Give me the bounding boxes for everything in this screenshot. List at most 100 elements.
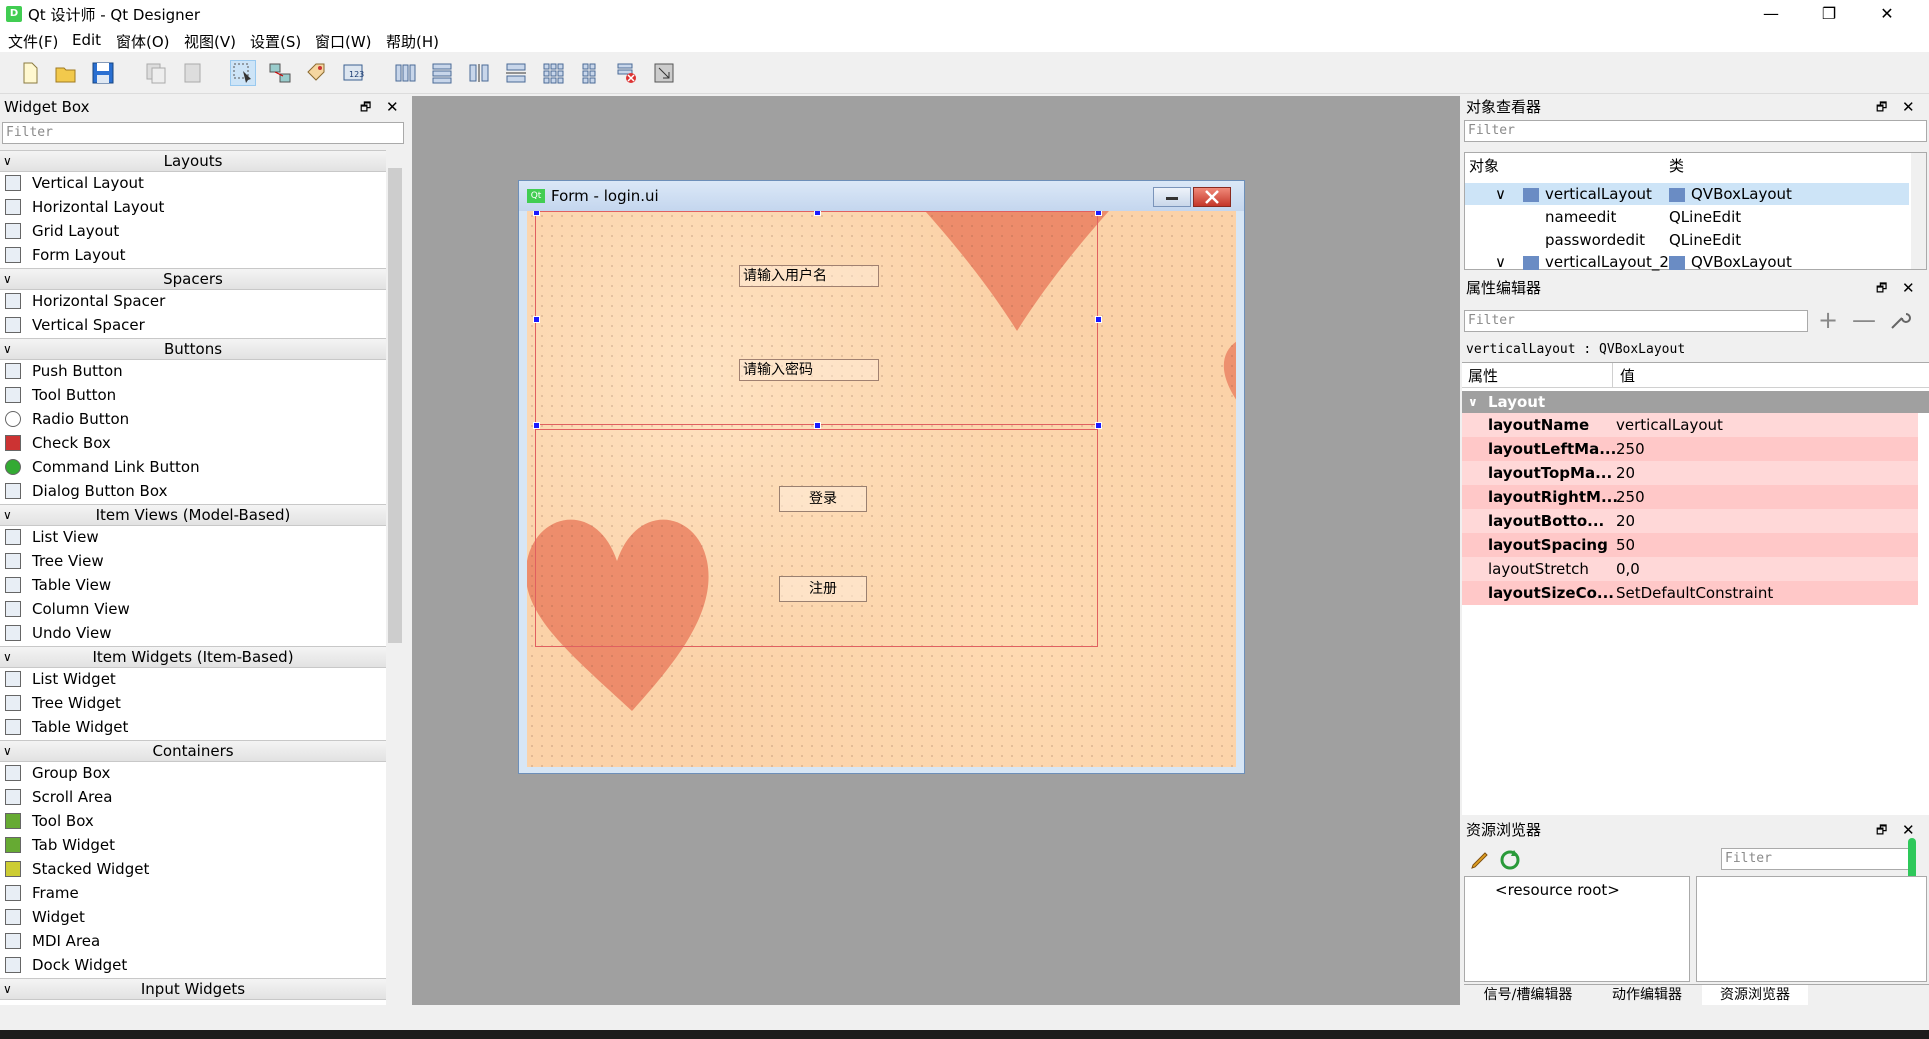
float-icon[interactable]: 🗗 [1876, 277, 1887, 299]
object-tree-scrollbar[interactable] [1911, 153, 1926, 269]
close-icon[interactable]: ✕ [1902, 277, 1915, 299]
edit-resources-pencil-icon[interactable] [1468, 848, 1492, 872]
property-value[interactable]: 50 [1616, 533, 1635, 557]
save-icon[interactable] [90, 60, 116, 86]
property-value[interactable]: SetDefaultConstraint [1616, 581, 1773, 605]
property-row[interactable]: layoutLeftMa... 250 [1462, 437, 1918, 461]
property-value[interactable]: 20 [1616, 509, 1635, 533]
menu-help[interactable]: 帮助(H) [386, 31, 439, 52]
form-titlebar[interactable]: Qt Form - login.ui [519, 181, 1244, 211]
property-filter-input[interactable]: Filter [1464, 310, 1808, 332]
column-header-property[interactable]: 属性 [1468, 365, 1498, 386]
add-property-icon[interactable]: + [1814, 306, 1842, 334]
menu-settings[interactable]: 设置(S) [250, 31, 301, 52]
form-window[interactable]: Qt Form - login.ui 请输入用户名 请输入密码 登录 注册 [518, 180, 1245, 774]
resize-handle[interactable] [1095, 211, 1102, 216]
category-item-widgets[interactable]: ∨ Item Widgets (Item-Based) [0, 646, 386, 668]
widget-box-filter-input[interactable]: Filter [2, 122, 404, 144]
category-layouts[interactable]: ∨ Layouts [0, 150, 386, 172]
menu-form[interactable]: 窗体(O) [116, 31, 170, 52]
lay-out-vertical-splitter-icon[interactable] [503, 60, 529, 86]
lay-out-grid-icon[interactable] [540, 60, 566, 86]
object-row-nameedit[interactable]: nameedit [1545, 206, 1616, 228]
minimize-button[interactable]: — [1742, 0, 1800, 28]
column-header-object[interactable]: 对象 [1469, 155, 1499, 177]
configure-wrench-icon[interactable] [1886, 306, 1914, 334]
property-value[interactable]: verticalLayout [1616, 413, 1723, 437]
adjust-size-icon[interactable] [651, 60, 677, 86]
form-close-button[interactable] [1193, 187, 1231, 207]
category-buttons[interactable]: ∨ Buttons [0, 338, 386, 360]
lay-out-form-icon[interactable] [577, 60, 603, 86]
menu-edit[interactable]: Edit [72, 31, 101, 49]
property-row[interactable]: layoutTopMa... 20 [1462, 461, 1918, 485]
property-row[interactable]: layoutName verticalLayout [1462, 413, 1918, 437]
form-canvas[interactable]: 请输入用户名 请输入密码 登录 注册 [527, 211, 1236, 767]
resize-handle[interactable] [533, 422, 540, 429]
resource-root-item[interactable]: <resource root> [1495, 879, 1620, 901]
resize-handle[interactable] [1095, 316, 1102, 323]
maximize-button[interactable]: ❐ [1800, 0, 1858, 28]
register-button[interactable]: 注册 [779, 576, 867, 602]
float-icon[interactable]: 🗗 [360, 96, 371, 118]
column-header-class[interactable]: 类 [1669, 155, 1684, 177]
object-inspector-filter-input[interactable]: Filter [1464, 120, 1927, 142]
reload-icon[interactable] [1498, 848, 1522, 872]
close-icon[interactable]: ✕ [386, 96, 399, 118]
edit-tab-order-icon[interactable]: 123 [341, 60, 367, 86]
object-row-verticallayout-2[interactable]: verticalLayout_2 [1523, 251, 1669, 273]
menu-view[interactable]: 视图(V) [184, 31, 236, 52]
password-line-edit[interactable]: 请输入密码 [739, 359, 879, 381]
break-layout-icon[interactable] [614, 60, 640, 86]
category-item-views[interactable]: ∨ Item Views (Model-Based) [0, 504, 386, 526]
tab-signal-slot-editor[interactable]: 信号/槽编辑器 [1464, 985, 1592, 1005]
username-line-edit[interactable]: 请输入用户名 [739, 265, 879, 287]
property-row[interactable]: layoutSizeCo... SetDefaultConstraint [1462, 581, 1918, 605]
copy-icon[interactable] [143, 60, 169, 86]
property-value[interactable]: 0,0 [1616, 557, 1640, 581]
lay-out-vertically-icon[interactable] [429, 60, 455, 86]
menu-window[interactable]: 窗口(W) [315, 31, 372, 52]
paste-icon[interactable] [180, 60, 206, 86]
property-row[interactable]: layoutBotto... 20 [1462, 509, 1918, 533]
property-row[interactable]: layoutStretch 0,0 [1462, 557, 1918, 581]
property-value[interactable]: 250 [1616, 485, 1645, 509]
close-icon[interactable]: ✕ [1902, 96, 1915, 118]
float-icon[interactable]: 🗗 [1876, 819, 1887, 841]
property-group-layout[interactable]: ∨ Layout [1462, 391, 1929, 413]
resource-filter-input[interactable]: Filter [1721, 848, 1911, 870]
tab-action-editor[interactable]: 动作编辑器 [1594, 985, 1700, 1005]
widget-box-scrollbar-thumb[interactable] [388, 168, 402, 643]
resize-handle[interactable] [533, 316, 540, 323]
remove-property-icon[interactable]: — [1850, 306, 1878, 334]
edit-widgets-icon[interactable] [230, 60, 256, 86]
resize-handle[interactable] [814, 422, 821, 429]
property-value[interactable]: 20 [1616, 461, 1635, 485]
resize-handle[interactable] [1095, 422, 1102, 429]
category-input-widgets[interactable]: ∨ Input Widgets [0, 978, 386, 1000]
tab-resource-browser[interactable]: 资源浏览器 [1702, 985, 1808, 1005]
open-folder-icon[interactable] [53, 60, 79, 86]
close-window-button[interactable]: ✕ [1858, 0, 1916, 28]
float-icon[interactable]: 🗗 [1876, 96, 1887, 118]
menu-file[interactable]: 文件(F) [8, 31, 58, 52]
property-row[interactable]: layoutRightM... 250 [1462, 485, 1918, 509]
lay-out-horizontal-splitter-icon[interactable] [466, 60, 492, 86]
category-containers[interactable]: ∨ Containers [0, 740, 386, 762]
edit-signals-slots-icon[interactable] [267, 60, 293, 86]
chevron-down-icon[interactable]: ∨ [1495, 183, 1506, 205]
lay-out-horizontally-icon[interactable] [392, 60, 418, 86]
vertical-layout-2-box[interactable] [535, 429, 1098, 647]
form-minimize-button[interactable] [1153, 187, 1191, 207]
login-button[interactable]: 登录 [779, 486, 867, 512]
edit-buddies-icon[interactable] [304, 60, 330, 86]
resize-handle[interactable] [814, 211, 821, 216]
property-row[interactable]: layoutSpacing 50 [1462, 533, 1918, 557]
resize-handle[interactable] [533, 211, 540, 216]
object-row-passwordedit[interactable]: passwordedit [1545, 229, 1645, 251]
new-file-icon[interactable] [16, 60, 42, 86]
column-header-value[interactable]: 值 [1620, 365, 1635, 386]
object-row-verticallayout[interactable]: verticalLayout [1523, 183, 1652, 205]
vertical-layout-box[interactable] [535, 211, 1098, 425]
category-spacers[interactable]: ∨ Spacers [0, 268, 386, 290]
